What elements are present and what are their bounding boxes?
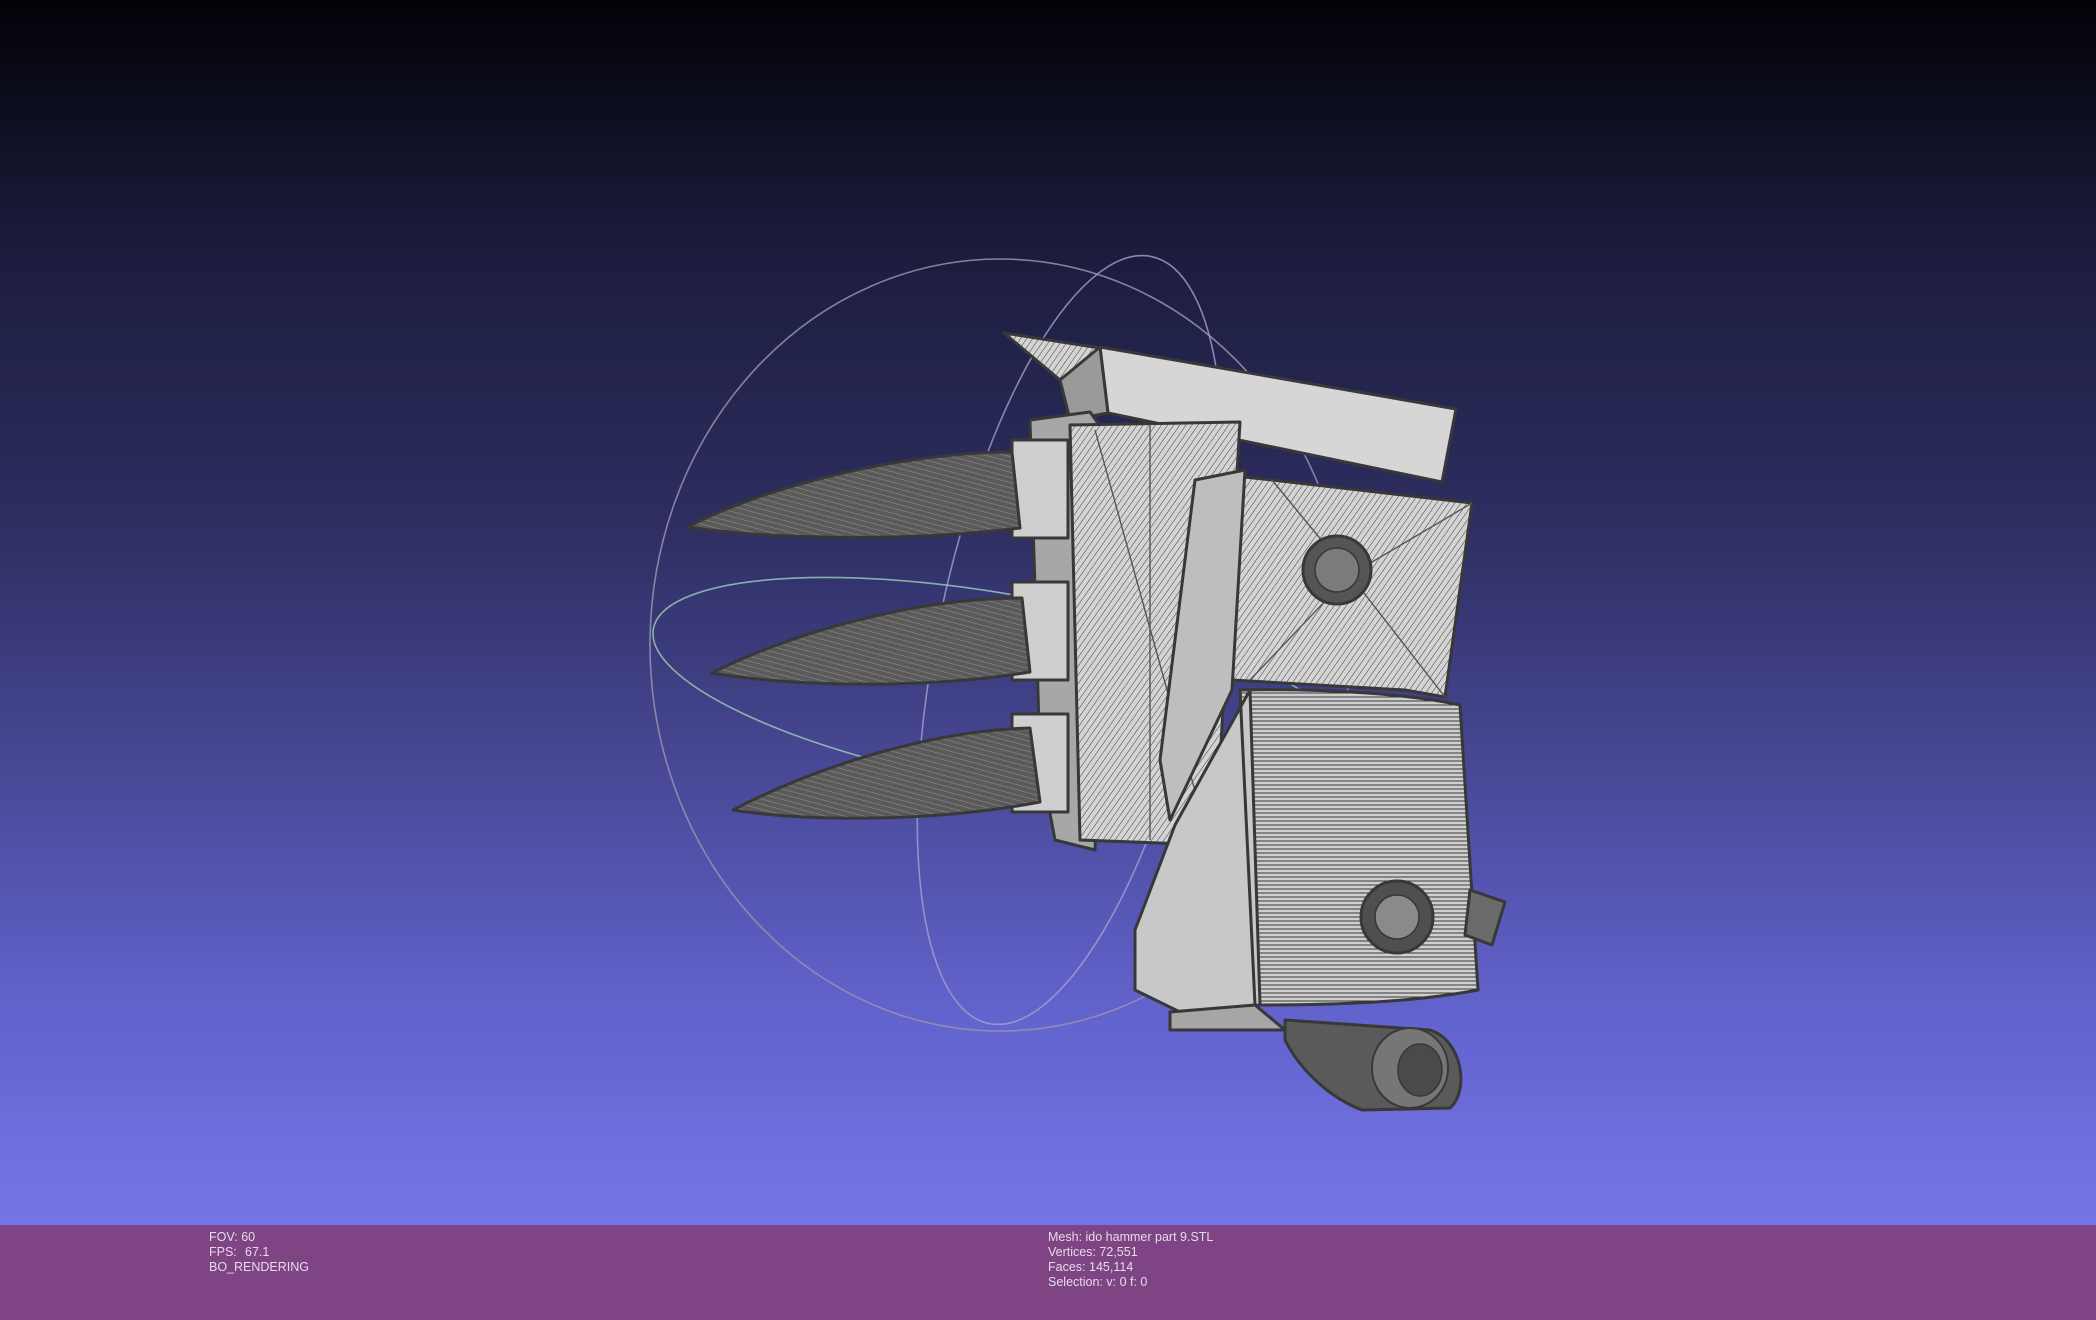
selection-label: Selection: <box>1048 1275 1103 1289</box>
vertices-line: Vertices: 72,551 <box>1048 1245 1213 1260</box>
info-bar: FOV: 60 FPS: 67.1 BO_RENDERING Mesh: ido … <box>0 1225 2096 1320</box>
faces-label: Faces: <box>1048 1260 1086 1274</box>
mesh-label: Mesh: <box>1048 1230 1083 1244</box>
mesh-spike-1 <box>686 450 1022 539</box>
fov-line: FOV: 60 <box>209 1230 309 1245</box>
faces-value: 145,114 <box>1089 1260 1134 1274</box>
fps-value: 67.1 <box>245 1245 270 1259</box>
mesh-model[interactable] <box>686 331 1507 1112</box>
vertices-label: Vertices: <box>1048 1245 1096 1259</box>
fps-label: FPS: <box>209 1245 237 1259</box>
mesh-spike-2 <box>710 596 1032 686</box>
mesh-lower-block <box>1238 688 1480 1007</box>
selection-value: v: 0 f: 0 <box>1106 1275 1148 1289</box>
vertices-value: 72,551 <box>1099 1245 1138 1259</box>
selection-line: Selection: v: 0 f: 0 <box>1048 1275 1213 1290</box>
3d-viewport[interactable] <box>0 0 2096 1225</box>
faces-line: Faces: 145,114 <box>1048 1260 1213 1275</box>
render-info-panel: FOV: 60 FPS: 67.1 BO_RENDERING <box>209 1230 309 1275</box>
mesh-info-panel: Mesh: ido hammer part 9.STL Vertices: 72… <box>1048 1230 1213 1290</box>
mesh-line: Mesh: ido hammer part 9.STL <box>1048 1230 1213 1245</box>
mesh-side-tab <box>1463 888 1507 947</box>
render-mode: BO_RENDERING <box>209 1260 310 1274</box>
mesh-name: ido hammer part 9.STL <box>1085 1230 1214 1244</box>
fps-line: FPS: 67.1 <box>209 1245 309 1260</box>
scene-canvas[interactable] <box>0 0 2096 1225</box>
mesh-spike-3 <box>731 726 1042 820</box>
fov-value: 60 <box>241 1230 256 1244</box>
fov-label: FOV: <box>209 1230 238 1244</box>
